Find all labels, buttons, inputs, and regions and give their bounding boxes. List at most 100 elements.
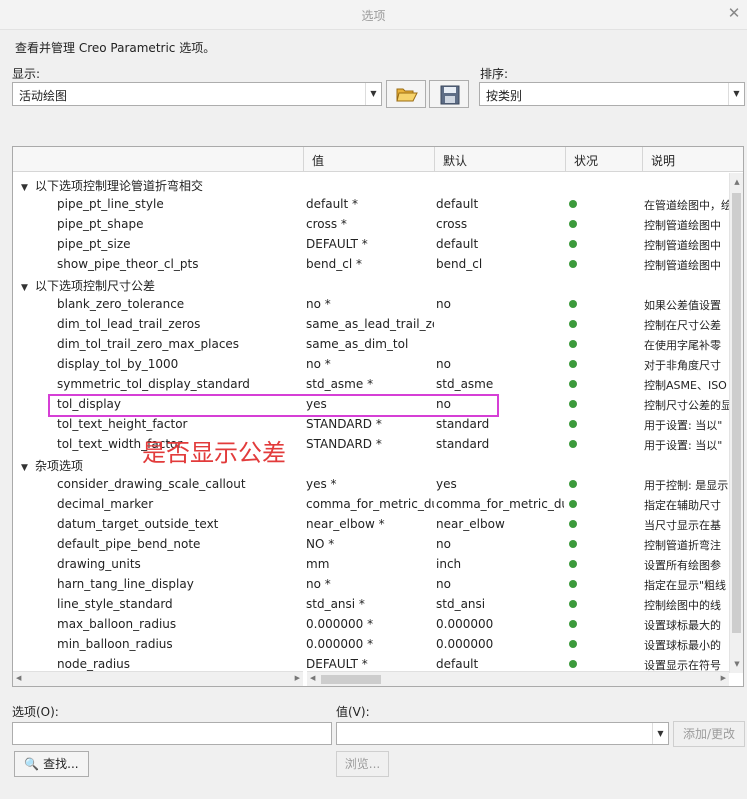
- option-description: 指定在显示"粗线: [644, 579, 727, 592]
- table-row[interactable]: max_balloon_radius 0.000000 * 0.000000 设置球标…: [13, 614, 729, 634]
- option-value: yes *: [306, 477, 337, 491]
- option-description: 用于控制: 是显示: [644, 479, 729, 492]
- group-row[interactable]: ▼ 杂项选项: [13, 454, 729, 474]
- scroll-left-icon[interactable]: ◀: [16, 674, 21, 682]
- status-dot-icon: [569, 400, 577, 408]
- option-name: consider_drawing_scale_callout: [57, 477, 246, 491]
- horizontal-scrollbar-values[interactable]: ◀ ▶: [307, 671, 729, 686]
- table-row[interactable]: display_tol_by_1000 no * no 对于非角度尺寸: [13, 354, 729, 374]
- collapse-triangle-icon[interactable]: ▼: [21, 283, 35, 293]
- option-description: 控制管道绘图中: [644, 239, 721, 252]
- chevron-down-icon[interactable]: ▼: [728, 83, 744, 105]
- sort-value: 按类别: [486, 89, 523, 103]
- table-row[interactable]: decimal_marker comma_for_metric_du comma_f…: [13, 494, 729, 514]
- status-dot-icon: [569, 440, 577, 448]
- table-row[interactable]: symmetric_tol_display_standard std_asme *…: [13, 374, 729, 394]
- option-default: yes: [436, 477, 457, 491]
- sort-dropdown[interactable]: 按类别 ▼: [479, 82, 745, 106]
- status-dot-icon: [569, 540, 577, 548]
- option-default: bend_cl: [436, 257, 483, 271]
- option-name: pipe_pt_size: [57, 237, 131, 251]
- vertical-scrollbar[interactable]: ▲ ▼: [729, 173, 743, 673]
- save-config-button[interactable]: [429, 80, 469, 108]
- table-row[interactable]: dim_tol_trail_zero_max_places same_as_dim…: [13, 334, 729, 354]
- column-header-description[interactable]: 说明: [643, 147, 743, 172]
- table-row[interactable]: pipe_pt_line_style default * default 在管道绘图中…: [13, 194, 732, 214]
- option-value: comma_for_metric_du: [306, 497, 434, 511]
- table-row[interactable]: line_style_standard std_ansi * std_ansi 控制绘…: [13, 594, 729, 614]
- option-description: 在管道绘图中，绘: [644, 199, 732, 212]
- column-header-status[interactable]: 状况: [566, 147, 643, 172]
- sort-label: 排序:: [480, 67, 509, 81]
- display-value: 活动绘图: [19, 89, 68, 103]
- status-dot-icon: [569, 320, 577, 328]
- display-dropdown[interactable]: 活动绘图 ▼: [12, 82, 382, 106]
- add-change-button[interactable]: 添加/更改: [673, 721, 745, 747]
- table-row[interactable]: min_balloon_radius 0.000000 * 0.000000 设置球标…: [13, 634, 729, 654]
- table-row[interactable]: dim_tol_lead_trail_zeros same_as_lead_tra…: [13, 314, 729, 334]
- option-default: cross: [436, 217, 468, 231]
- table-row[interactable]: pipe_pt_shape cross * cross 控制管道绘图中: [13, 214, 729, 234]
- table-row[interactable]: harn_tang_line_display no * no 指定在显示"粗线: [13, 574, 729, 594]
- scroll-up-icon[interactable]: ▲: [730, 175, 743, 189]
- group-title: 杂项选项: [35, 459, 84, 473]
- status-dot-icon: [569, 560, 577, 568]
- find-button-label: 查找...: [43, 757, 79, 771]
- annotation-text: 是否显示公差: [142, 439, 286, 467]
- option-input[interactable]: [12, 722, 332, 745]
- option-description: 控制ASME、ISO: [644, 379, 727, 392]
- column-header-default[interactable]: 默认: [435, 147, 566, 172]
- status-dot-icon: [569, 300, 577, 308]
- folder-open-icon: [396, 88, 418, 102]
- browse-button[interactable]: 浏览...: [336, 751, 389, 777]
- status-dot-icon: [569, 660, 577, 668]
- table-row[interactable]: tol_text_width_factor STANDARD * standard 用…: [13, 434, 729, 454]
- collapse-triangle-icon[interactable]: ▼: [21, 183, 35, 193]
- scrollbar-thumb[interactable]: [732, 193, 741, 633]
- table-row[interactable]: tol_text_height_factor STANDARD * standard…: [13, 414, 729, 434]
- option-default: default: [436, 197, 479, 211]
- collapse-triangle-icon[interactable]: ▼: [21, 463, 35, 473]
- option-default: no: [436, 537, 451, 551]
- table-row[interactable]: datum_target_outside_text near_elbow * nea…: [13, 514, 729, 534]
- close-icon[interactable]: ✕: [725, 4, 743, 22]
- chevron-down-icon[interactable]: ▼: [652, 723, 668, 744]
- option-default: inch: [436, 557, 462, 571]
- group-row[interactable]: ▼ 以下选项控制尺寸公差: [13, 274, 729, 294]
- scrollbar-thumb[interactable]: [321, 675, 381, 684]
- horizontal-scrollbar-name[interactable]: ◀ ▶: [13, 671, 303, 686]
- table-row[interactable]: drawing_units mm inch 设置所有绘图参: [13, 554, 729, 574]
- table-row[interactable]: show_pipe_theor_cl_pts bend_cl * bend_cl 控制…: [13, 254, 729, 274]
- option-name: min_balloon_radius: [57, 637, 173, 651]
- table-row[interactable]: pipe_pt_size DEFAULT * default 控制管道绘图中: [13, 234, 729, 254]
- option-description: 设置球标最小的: [644, 639, 721, 652]
- open-config-button[interactable]: [386, 80, 426, 108]
- column-header-name[interactable]: [13, 147, 304, 172]
- scroll-down-icon[interactable]: ▼: [730, 657, 743, 671]
- option-field-label: 选项(O):: [12, 705, 59, 719]
- scroll-right-icon[interactable]: ▶: [295, 674, 300, 682]
- column-header-value[interactable]: 值: [304, 147, 435, 172]
- option-default: default: [436, 237, 479, 251]
- chevron-down-icon[interactable]: ▼: [365, 83, 381, 105]
- group-header[interactable]: ▼ 以下选项控制理论管道折弯相交: [21, 177, 301, 194]
- table-row[interactable]: default_pipe_bend_note NO * no 控制管道折弯注: [13, 534, 729, 554]
- scroll-right-icon[interactable]: ▶: [721, 674, 726, 682]
- group-row[interactable]: ▼ 以下选项控制理论管道折弯相交: [13, 174, 729, 194]
- find-button[interactable]: 🔍 查找...: [14, 751, 89, 777]
- table-row[interactable]: consider_drawing_scale_callout yes * yes 用于…: [13, 474, 729, 494]
- option-description: 控制管道绘图中: [644, 259, 721, 272]
- table-header: 值 默认 状况 说明: [13, 147, 743, 172]
- option-value: near_elbow *: [306, 517, 385, 531]
- value-dropdown[interactable]: ▼: [336, 722, 669, 745]
- group-header[interactable]: ▼ 以下选项控制尺寸公差: [21, 277, 301, 294]
- scroll-left-icon[interactable]: ◀: [310, 674, 315, 682]
- option-value: no *: [306, 577, 331, 591]
- display-label: 显示:: [12, 67, 41, 81]
- dialog-description: 查看并管理 Creo Parametric 选项。: [15, 41, 216, 55]
- title-bar: 选项 ✕: [0, 0, 747, 30]
- option-description: 在使用字尾补零: [644, 339, 721, 352]
- table-row[interactable]: blank_zero_tolerance no * no 如果公差值设置: [13, 294, 729, 314]
- option-name: display_tol_by_1000: [57, 357, 179, 371]
- option-name: max_balloon_radius: [57, 617, 177, 631]
